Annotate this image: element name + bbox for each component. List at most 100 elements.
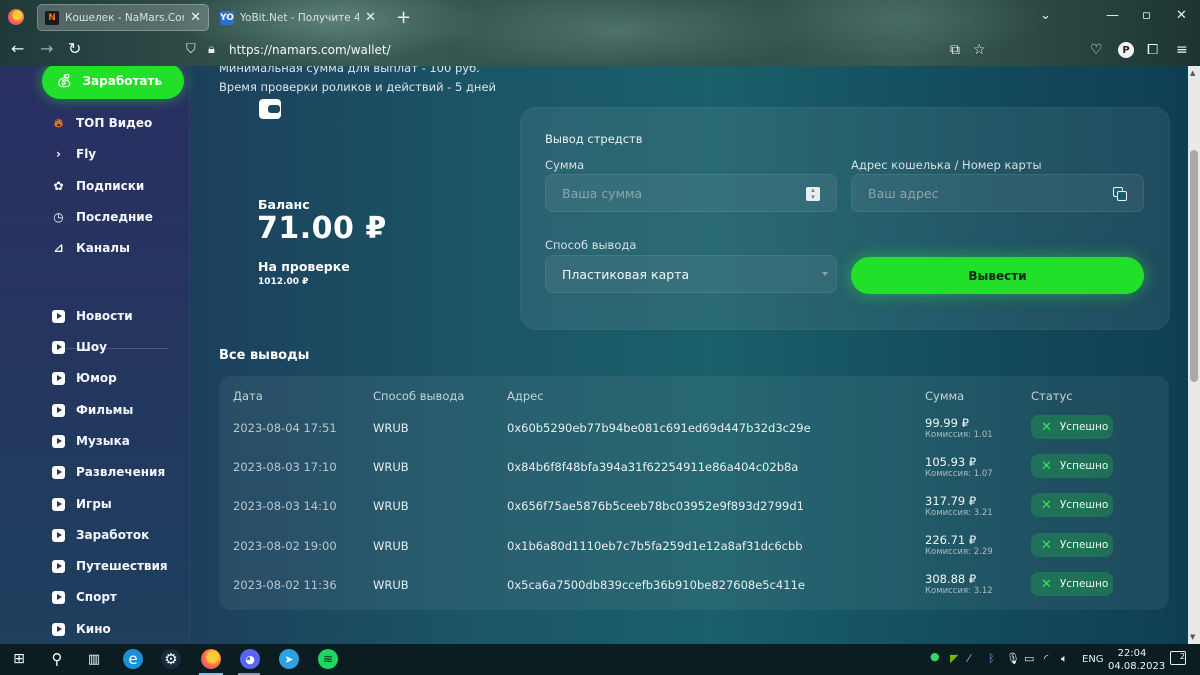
windows-start-icon[interactable]: ⊞ [9, 649, 29, 669]
bookmark-star-icon[interactable]: ☆ [973, 42, 986, 58]
status-text: Успешно [1059, 539, 1109, 551]
play-icon [51, 434, 66, 449]
forward-arrow-icon[interactable]: → [40, 39, 53, 58]
history-title: Все выводы [219, 348, 310, 363]
page-scrollbar[interactable]: ▲ ▼ [1188, 66, 1200, 644]
scroll-down-icon[interactable]: ▼ [1190, 633, 1195, 641]
sidebar-item-label: Новости [76, 309, 133, 323]
play-icon [51, 340, 66, 355]
notification-center-icon[interactable]: 2 [1170, 651, 1186, 665]
sidebar-item-top-video[interactable]: 🔥︎ ТОП Видео [51, 113, 152, 133]
telegram-icon[interactable]: ➤ [279, 649, 299, 669]
status-text: Успешно [1059, 499, 1109, 511]
sidebar-item-label: Fly [76, 147, 97, 161]
input-language[interactable]: ENG [1082, 654, 1104, 665]
sidebar-item-fly[interactable]: › Fly [51, 144, 96, 164]
close-x-icon: ✕ [1041, 576, 1052, 592]
shield-icon[interactable]: ⛉ [186, 42, 196, 57]
extensions-icon[interactable]: ⧠ [1147, 42, 1158, 58]
lock-icon[interactable]: 🔒︎ [208, 42, 215, 57]
status-badge: ✕ Успешно [1031, 454, 1113, 478]
play-icon [51, 497, 66, 512]
row-method: WRUB [373, 578, 409, 592]
firefox-icon[interactable] [201, 649, 221, 669]
row-commission: Комиссия: 3.12 [925, 586, 993, 596]
sidebar-item-label: Заработок [76, 528, 150, 542]
sidebar-item-news[interactable]: Новости [51, 306, 133, 326]
spotify-icon[interactable]: ≋ [318, 649, 338, 669]
discord-icon[interactable]: ◕ [240, 649, 260, 669]
earn-button[interactable]: 💰︎ Заработать [42, 66, 184, 99]
profile-avatar[interactable]: P [1118, 42, 1134, 58]
paste-icon[interactable] [1113, 187, 1127, 201]
microphone-icon[interactable]: 🎙︎ [1006, 652, 1020, 665]
amount-label: Сумма [545, 158, 585, 172]
bluetooth-icon[interactable]: ᛒ [988, 652, 995, 665]
sidebar-item-earnings[interactable]: Заработок [51, 525, 149, 545]
sidebar-item-cinema[interactable]: Кино [51, 619, 111, 639]
tab-namars-wallet[interactable]: N Кошелек - NaMars.Com ✕ [37, 4, 209, 31]
maximize-window-icon[interactable]: ▫ [1142, 8, 1151, 23]
battery-icon[interactable]: ▭ [1024, 652, 1034, 665]
new-tab-button[interactable]: + [396, 7, 411, 28]
row-commission: Комиссия: 1.07 [925, 469, 993, 479]
close-tab-icon[interactable]: ✕ [365, 10, 376, 25]
sidebar-item-entertainment[interactable]: Развлечения [51, 462, 165, 482]
firefox-menu-icon[interactable] [8, 9, 24, 25]
url-bar[interactable]: https://namars.com/wallet/ [229, 43, 391, 57]
close-window-icon[interactable]: ✕ [1176, 8, 1187, 23]
volume-icon[interactable]: 🔈︎ [1061, 652, 1068, 666]
steam-icon[interactable]: ⚙ [161, 649, 181, 669]
minimize-window-icon[interactable]: — [1106, 8, 1119, 23]
sidebar-item-movies[interactable]: Фильмы [51, 400, 133, 420]
tray-status-icon[interactable]: ● [930, 650, 940, 663]
chevron-right-icon: › [56, 147, 61, 161]
list-all-tabs-icon[interactable]: ⌄ [1040, 8, 1051, 23]
scroll-up-icon[interactable]: ▲ [1190, 69, 1195, 77]
cast-icon: ⊿ [53, 241, 64, 255]
amount-input[interactable] [562, 185, 782, 201]
search-icon[interactable]: ⚲ [47, 649, 67, 669]
scrollbar-thumb[interactable] [1190, 150, 1198, 382]
fire-icon: 🔥︎ [54, 115, 63, 130]
tab-yobit[interactable]: YO YoBit.Net - Получите 4700 Fa ✕ [212, 4, 384, 31]
sidebar-item-games[interactable]: Игры [51, 494, 112, 514]
withdraw-button[interactable]: Вывести [851, 257, 1144, 294]
translate-icon[interactable]: ⧉ [950, 42, 960, 58]
sidebar-item-travel[interactable]: Путешествия [51, 556, 168, 576]
row-date: 2023-08-03 17:10 [233, 460, 337, 474]
tab-bar: N Кошелек - NaMars.Com ✕ YO YoBit.Net - … [0, 0, 1200, 34]
feather-app-icon[interactable]: ⁄ [968, 652, 970, 665]
pocket-icon[interactable]: ♡ [1090, 42, 1103, 58]
nvidia-icon[interactable]: ◤ [950, 652, 958, 665]
sidebar-item-music[interactable]: Музыка [51, 431, 130, 451]
method-select[interactable]: Пластиковая карта [545, 255, 837, 293]
col-header-method: Способ вывода [373, 389, 465, 403]
back-arrow-icon[interactable]: ← [11, 39, 24, 58]
sidebar-item-label: Развлечения [76, 465, 166, 479]
wifi-icon[interactable]: ◜ [1044, 652, 1048, 665]
row-address: 0x60b5290eb77b94be081c691ed69d447b32d3c2… [507, 421, 811, 435]
sidebar-item-sport[interactable]: Спорт [51, 587, 117, 607]
sidebar-item-recent[interactable]: ◷ Последние [51, 207, 153, 227]
sidebar-item-subscriptions[interactable]: ✿ Подписки [51, 176, 144, 196]
browser-chrome: N Кошелек - NaMars.Com ✕ YO YoBit.Net - … [0, 0, 1200, 66]
address-input[interactable] [868, 185, 1088, 201]
task-view-icon[interactable]: ▥ [84, 649, 104, 669]
play-icon [51, 309, 66, 324]
yobit-favicon-icon: YO [220, 10, 234, 25]
status-text: Успешно [1059, 460, 1109, 472]
menu-icon[interactable]: ≡ [1176, 42, 1188, 58]
sidebar-item-show[interactable]: Шоу [51, 337, 107, 357]
edge-icon[interactable]: e [123, 649, 143, 669]
sidebar-item-humor[interactable]: Юмор [51, 368, 117, 388]
col-header-address: Адрес [507, 389, 544, 403]
number-stepper-icon[interactable]: ▴ ▾ [806, 187, 820, 201]
sidebar-item-channels[interactable]: ⊿ Каналы [51, 238, 129, 258]
status-text: Успешно [1059, 421, 1109, 433]
reload-icon[interactable]: ↻ [68, 39, 81, 58]
close-tab-icon[interactable]: ✕ [190, 10, 201, 25]
system-clock[interactable]: 22:04 04.08.2023 [1108, 647, 1165, 673]
clock-time: 22:04 [1117, 648, 1147, 659]
sidebar-item-label: Фильмы [76, 403, 134, 417]
